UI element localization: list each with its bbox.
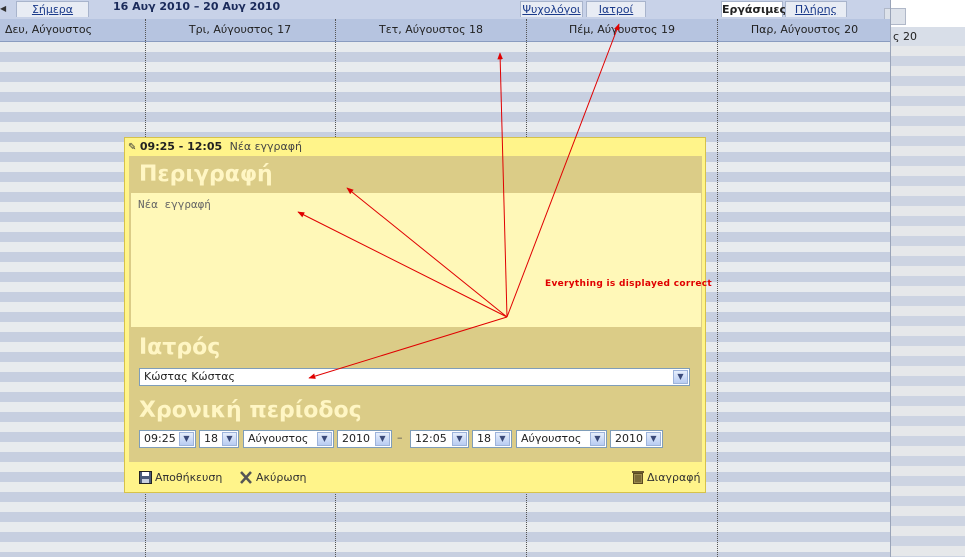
annotation-arrow xyxy=(346,187,508,318)
annotation-arrow xyxy=(497,52,508,318)
annotation-arrow xyxy=(506,23,620,318)
annotation-text: Everything is displayed correct xyxy=(545,279,712,289)
annotation-arrow xyxy=(308,316,508,379)
annotation-arrow xyxy=(297,211,508,318)
annotation-arrows xyxy=(297,23,620,379)
